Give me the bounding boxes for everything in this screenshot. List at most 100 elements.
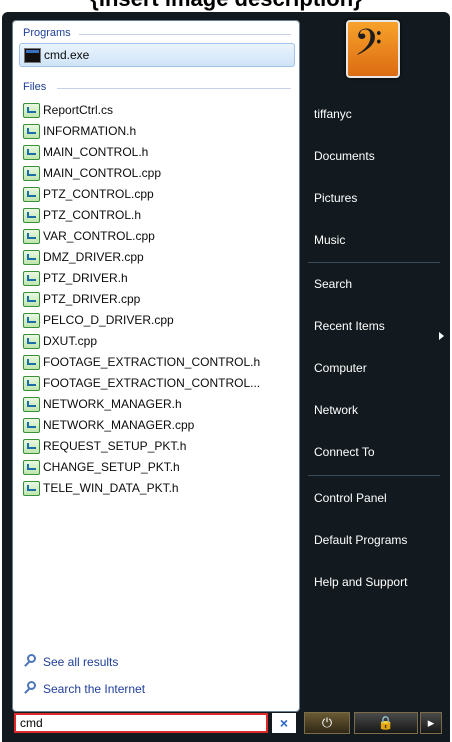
file-item-label: FOOTAGE_EXTRACTION_CONTROL... <box>43 376 261 390</box>
source-file-icon <box>23 228 40 244</box>
caption-text: {Insert image description} <box>0 0 452 12</box>
see-all-results-label: See all results <box>43 654 119 669</box>
file-item-label: ReportCtrl.cs <box>43 103 114 117</box>
file-item-label: VAR_CONTROL.cpp <box>43 229 155 243</box>
file-item-label: DXUT.cpp <box>43 334 98 348</box>
source-file-icon <box>23 354 40 370</box>
file-item-label: PELCO_D_DRIVER.cpp <box>43 313 174 327</box>
files-header: Files <box>23 81 291 97</box>
search-icon <box>23 654 38 669</box>
source-file-icon <box>23 249 40 265</box>
file-item-label: DMZ_DRIVER.cpp <box>43 250 144 264</box>
source-file-icon <box>23 438 40 454</box>
file-item[interactable]: PTZ_DRIVER.cpp <box>19 288 293 310</box>
file-item[interactable]: PTZ_CONTROL.cpp <box>19 183 293 205</box>
source-file-icon <box>23 186 40 202</box>
source-file-icon <box>23 375 40 391</box>
cmd-icon <box>24 47 41 63</box>
source-file-icon <box>23 480 40 496</box>
menu-control-panel[interactable]: Control Panel <box>314 491 387 505</box>
file-item-label: PTZ_CONTROL.cpp <box>43 187 154 201</box>
file-item-label: MAIN_CONTROL.h <box>43 145 149 159</box>
file-item[interactable]: TELE_WIN_DATA_PKT.h <box>19 477 293 499</box>
lock-button[interactable]: 🔒 <box>354 712 418 734</box>
program-item-cmd[interactable]: cmd.exe <box>19 43 295 67</box>
programs-divider <box>79 34 291 35</box>
files-divider <box>57 88 291 89</box>
file-item[interactable]: ReportCtrl.cs <box>19 99 293 121</box>
menu-network[interactable]: Network <box>314 403 358 417</box>
submenu-arrow-icon <box>439 332 444 340</box>
user-avatar[interactable]: 𝄢 <box>346 20 400 78</box>
source-file-icon <box>23 312 40 328</box>
menu-separator <box>308 262 440 263</box>
file-item[interactable]: INFORMATION.h <box>19 120 293 142</box>
menu-connect-to[interactable]: Connect To <box>314 445 375 459</box>
start-menu: Programs cmd.exe Files ReportCtrl.cs INF… <box>2 12 450 742</box>
menu-separator <box>308 475 440 476</box>
file-item[interactable]: PELCO_D_DRIVER.cpp <box>19 309 293 331</box>
top-caption: {Insert image description} <box>0 0 452 12</box>
source-file-icon <box>23 417 40 433</box>
search-input[interactable]: cmd <box>14 713 268 733</box>
clear-search-button[interactable]: × <box>272 713 296 733</box>
file-item[interactable]: FOOTAGE_EXTRACTION_CONTROL... <box>19 372 293 394</box>
chevron-right-icon: ▸ <box>427 715 435 730</box>
file-item[interactable]: MAIN_CONTROL.h <box>19 141 293 163</box>
source-file-icon <box>23 144 40 160</box>
source-file-icon <box>23 333 40 349</box>
file-item[interactable]: PTZ_CONTROL.h <box>19 204 293 226</box>
file-item-label: FOOTAGE_EXTRACTION_CONTROL.h <box>43 355 261 369</box>
power-options-button[interactable]: ▸ <box>420 712 442 734</box>
file-item[interactable]: DMZ_DRIVER.cpp <box>19 246 293 268</box>
file-item[interactable]: CHANGE_SETUP_PKT.h <box>19 456 293 478</box>
file-item-label: PTZ_CONTROL.h <box>43 208 142 222</box>
file-item[interactable]: MAIN_CONTROL.cpp <box>19 162 293 184</box>
results-pane: Programs cmd.exe Files ReportCtrl.cs INF… <box>12 20 300 712</box>
files-header-label: Files <box>23 81 47 93</box>
file-item[interactable]: NETWORK_MANAGER.cpp <box>19 414 293 436</box>
menu-recent-items[interactable]: Recent Items <box>314 319 385 333</box>
file-item-label: PTZ_DRIVER.cpp <box>43 292 141 306</box>
file-item-label: REQUEST_SETUP_PKT.h <box>43 439 187 453</box>
file-item-label: NETWORK_MANAGER.h <box>43 397 182 411</box>
source-file-icon <box>23 102 40 118</box>
file-item[interactable]: DXUT.cpp <box>19 330 293 352</box>
source-file-icon <box>23 123 40 139</box>
file-item-label: NETWORK_MANAGER.cpp <box>43 418 195 432</box>
file-item[interactable]: PTZ_DRIVER.h <box>19 267 293 289</box>
menu-pictures[interactable]: Pictures <box>314 191 357 205</box>
file-item-label: MAIN_CONTROL.cpp <box>43 166 162 180</box>
search-icon <box>23 681 38 696</box>
menu-search[interactable]: Search <box>314 277 352 291</box>
file-item[interactable]: VAR_CONTROL.cpp <box>19 225 293 247</box>
file-item[interactable]: REQUEST_SETUP_PKT.h <box>19 435 293 457</box>
file-item-label: TELE_WIN_DATA_PKT.h <box>43 481 179 495</box>
file-item-label: CHANGE_SETUP_PKT.h <box>43 460 180 474</box>
lock-icon: 🔒 <box>377 715 395 730</box>
menu-help-support[interactable]: Help and Support <box>314 575 407 589</box>
source-file-icon <box>23 207 40 223</box>
see-all-results-link[interactable]: See all results <box>23 654 118 669</box>
programs-header-label: Programs <box>23 27 71 39</box>
program-item-label: cmd.exe <box>44 48 90 62</box>
file-item[interactable]: NETWORK_MANAGER.h <box>19 393 293 415</box>
bass-clef-icon: 𝄢 <box>354 22 383 73</box>
file-item[interactable]: FOOTAGE_EXTRACTION_CONTROL.h <box>19 351 293 373</box>
source-file-icon <box>23 270 40 286</box>
file-item-label: INFORMATION.h <box>43 124 137 138</box>
menu-user-folder[interactable]: tiffanyc <box>314 107 352 121</box>
menu-music[interactable]: Music <box>314 233 345 247</box>
programs-header: Programs <box>23 27 291 43</box>
search-internet-label: Search the Internet <box>43 681 146 696</box>
power-icon: ⏻ <box>321 715 333 730</box>
power-button[interactable]: ⏻ <box>304 712 350 734</box>
source-file-icon <box>23 396 40 412</box>
source-file-icon <box>23 291 40 307</box>
menu-default-programs[interactable]: Default Programs <box>314 533 407 547</box>
source-file-icon <box>23 165 40 181</box>
file-item-label: PTZ_DRIVER.h <box>43 271 128 285</box>
search-internet-link[interactable]: Search the Internet <box>23 681 145 696</box>
menu-documents[interactable]: Documents <box>314 149 375 163</box>
menu-computer[interactable]: Computer <box>314 361 367 375</box>
